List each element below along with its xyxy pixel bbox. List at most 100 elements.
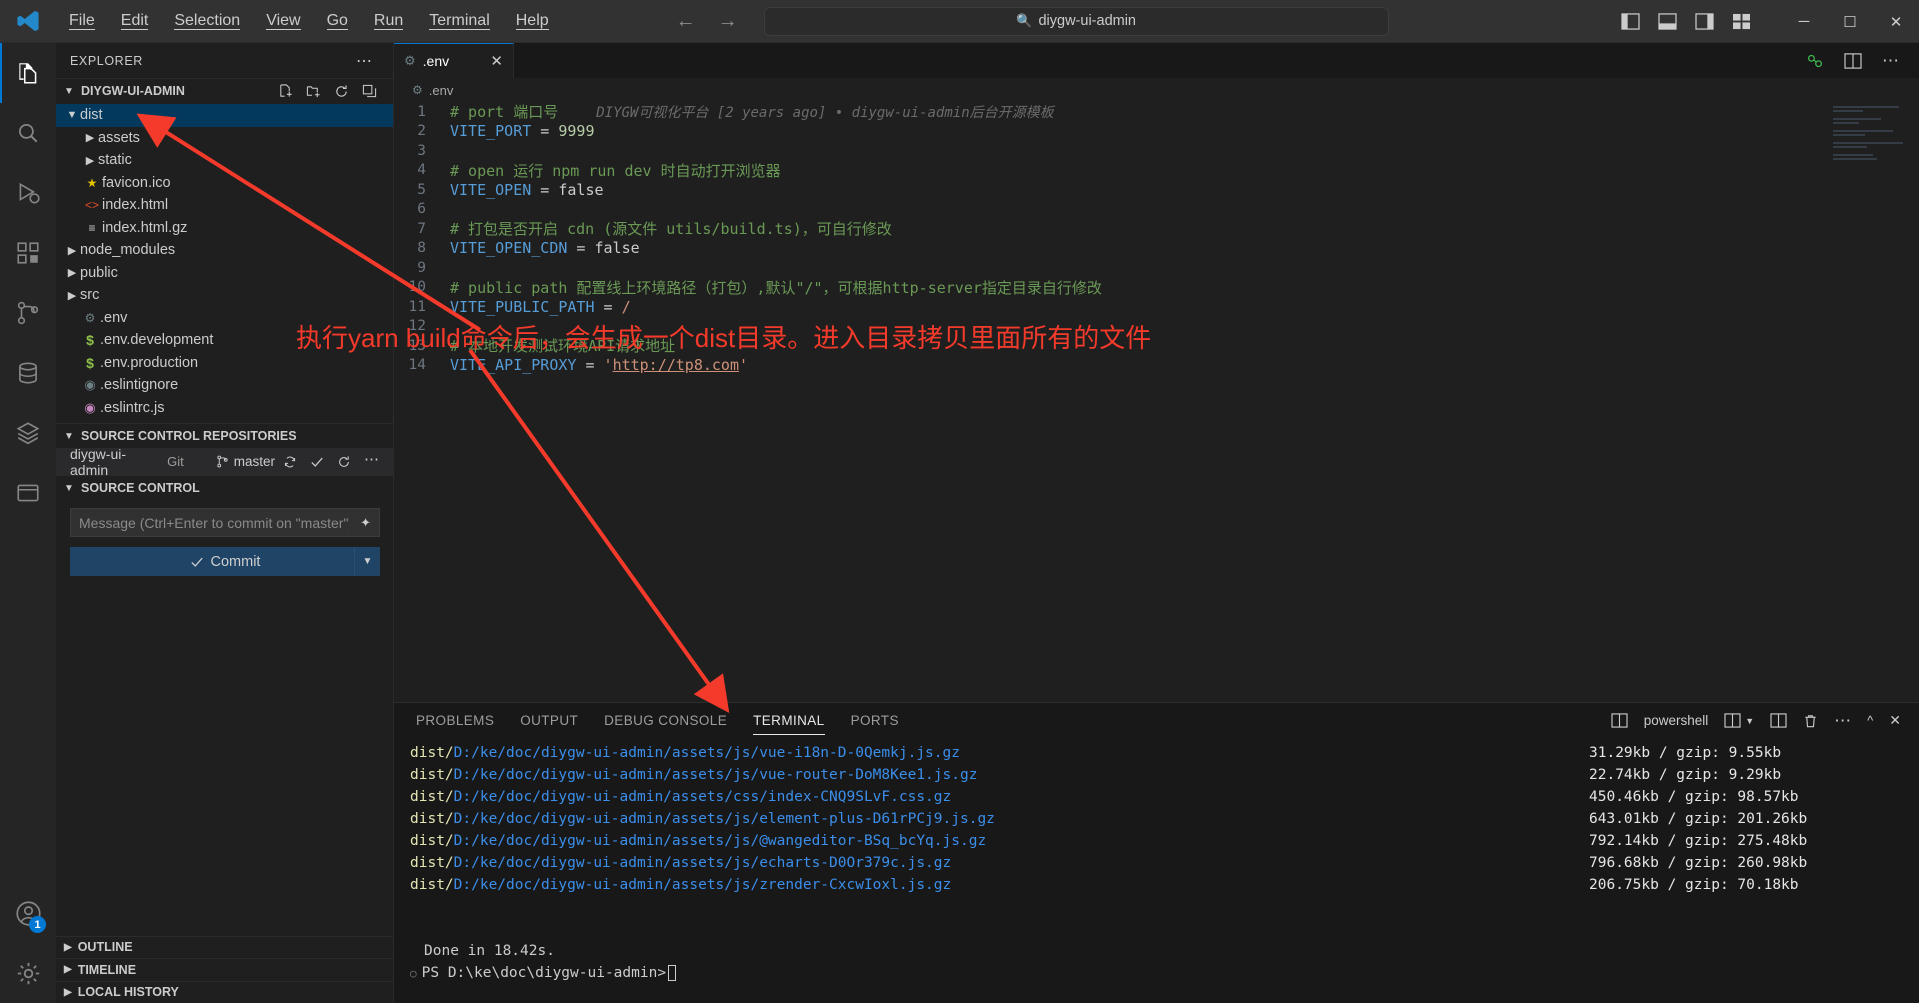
command-center-search[interactable]: 🔍 diygw-ui-admin <box>763 6 1389 36</box>
commit-button[interactable]: Commit ▼ <box>70 547 380 576</box>
tree-item-src[interactable]: ▶ src <box>56 284 393 307</box>
arrow-right-icon[interactable]: → <box>718 11 738 31</box>
sidebar-item-database[interactable] <box>0 343 56 403</box>
editor-tab-bar[interactable]: ⚙ .env ✕ ⋯ <box>394 43 1919 78</box>
section-timeline[interactable]: ▶ TIMELINE <box>56 958 393 981</box>
split-editor-icon[interactable] <box>1844 52 1862 69</box>
repository-actions[interactable]: ⋯ <box>283 452 393 469</box>
menu-run[interactable]: Run <box>361 8 416 34</box>
trash-icon[interactable] <box>1803 713 1818 729</box>
tab-output[interactable]: OUTPUT <box>520 703 578 738</box>
tree-item-assets[interactable]: ▶ assets <box>56 127 393 150</box>
sync-icon[interactable] <box>283 455 297 469</box>
file-tree[interactable]: ▼ dist ▶ assets ▶ static ★ favicon.ico <… <box>56 103 393 419</box>
close-button[interactable]: ✕ <box>1873 0 1919 43</box>
accounts-button[interactable]: 1 <box>0 883 56 943</box>
activity-bar[interactable]: 1 <box>0 43 56 1003</box>
tree-item-eslintignore[interactable]: ◉ .eslintignore <box>56 374 393 397</box>
menu-file[interactable]: File <box>56 8 108 34</box>
commit-dropdown-button[interactable]: ▼ <box>354 547 380 576</box>
refresh-icon[interactable] <box>337 455 351 469</box>
window-controls[interactable]: ─ ☐ ✕ <box>1621 0 1919 43</box>
tree-item-public[interactable]: ▶ public <box>56 262 393 285</box>
menu-go[interactable]: Go <box>314 8 361 34</box>
tab-ports[interactable]: PORTS <box>851 703 899 738</box>
section-outline[interactable]: ▶ OUTLINE <box>56 935 393 959</box>
menu-view[interactable]: View <box>253 8 313 34</box>
sidebar-item-remote-explorer[interactable] <box>0 463 56 523</box>
maximize-button[interactable]: ☐ <box>1827 0 1873 43</box>
collapse-all-icon[interactable] <box>362 84 377 99</box>
menu-selection[interactable]: Selection <box>161 8 253 34</box>
commit-message-input[interactable]: Message (Ctrl+Enter to commit on "master… <box>70 508 380 537</box>
chevron-up-icon[interactable]: ^ <box>1867 713 1873 728</box>
new-folder-icon[interactable] <box>306 84 321 99</box>
ellipsis-icon[interactable]: ⋯ <box>356 51 373 71</box>
tree-item-eslintrc-js[interactable]: ◉ .eslintrc.js <box>56 397 393 420</box>
minimize-button[interactable]: ─ <box>1781 0 1827 43</box>
section-local-history[interactable]: ▶ LOCAL HISTORY <box>56 980 393 1003</box>
tab-debug-console[interactable]: DEBUG CONSOLE <box>604 703 727 738</box>
sparkle-icon[interactable]: ✦ <box>360 515 371 531</box>
tab-env[interactable]: ⚙ .env ✕ <box>394 43 514 78</box>
arrow-left-icon[interactable]: ← <box>676 11 696 31</box>
chevron-down-icon: ▼ <box>362 556 373 567</box>
terminal-output[interactable]: dist/D:/ke/doc/diygw-ui-admin/assets/js/… <box>394 738 1919 1003</box>
explorer-root-header[interactable]: ▼ DIYGW-UI-ADMIN <box>56 78 393 103</box>
tree-item-favicon-ico[interactable]: ★ favicon.ico <box>56 172 393 195</box>
branch-indicator[interactable]: master <box>216 454 275 469</box>
sidebar-item-layers[interactable] <box>0 403 56 463</box>
tree-item-node-modules[interactable]: ▶ node_modules <box>56 239 393 262</box>
code-token-url[interactable]: http://tp8.com <box>613 356 739 374</box>
refresh-icon[interactable] <box>334 84 349 99</box>
chevron-down-icon[interactable]: ▼ <box>1745 716 1754 726</box>
tree-item-index-html[interactable]: <> index.html <box>56 194 393 217</box>
source-control-repositories-header[interactable]: ▼ SOURCE CONTROL REPOSITORIES <box>56 423 393 448</box>
ellipsis-icon[interactable]: ⋯ <box>364 452 379 469</box>
source-control-header[interactable]: ▼ SOURCE CONTROL <box>56 475 393 500</box>
layout-grid-icon[interactable] <box>1732 13 1751 30</box>
terminal-name[interactable]: powershell <box>1644 713 1709 728</box>
tree-item-dist[interactable]: ▼ dist <box>56 104 393 127</box>
close-icon[interactable]: ✕ <box>1889 712 1901 729</box>
sidebar-item-explorer[interactable] <box>0 43 56 103</box>
sidebar-item-source-control[interactable] <box>0 283 56 343</box>
check-icon[interactable] <box>310 455 324 469</box>
tab-problems[interactable]: PROBLEMS <box>416 703 494 738</box>
menu-bar[interactable]: File Edit Selection View Go Run Terminal… <box>56 8 562 34</box>
panel-left-icon[interactable] <box>1621 13 1640 30</box>
panel-toolbar[interactable]: powershell ▼ ⋯ ^ ✕ <box>1611 712 1919 729</box>
new-file-icon[interactable] <box>278 83 293 99</box>
terminal-prompt-line[interactable]: ○ PS D:\ke\doc\diygw-ui-admin> <box>410 962 1919 984</box>
ellipsis-icon[interactable]: ⋯ <box>1882 52 1899 69</box>
ellipsis-icon[interactable]: ⋯ <box>1834 712 1851 729</box>
manage-settings-button[interactable] <box>0 943 56 1003</box>
code-token-key: VITE_OPEN <box>450 180 532 199</box>
new-terminal-button[interactable]: ▼ <box>1724 713 1754 728</box>
tree-item-index-html-gz[interactable]: ≡ index.html.gz <box>56 217 393 240</box>
menu-help[interactable]: Help <box>503 8 562 34</box>
search-value: diygw-ui-admin <box>1038 13 1136 29</box>
line-number: 8 <box>417 240 426 257</box>
sidebar-item-run-and-debug[interactable] <box>0 163 56 223</box>
close-icon[interactable]: ✕ <box>490 52 503 70</box>
tab-terminal[interactable]: TERMINAL <box>753 703 826 738</box>
panel-right-icon[interactable] <box>1695 13 1714 30</box>
sidebar-item-extensions[interactable] <box>0 223 56 283</box>
menu-edit[interactable]: Edit <box>108 8 162 34</box>
minimap[interactable] <box>1833 106 1905 168</box>
tree-item-static[interactable]: ▶ static <box>56 149 393 172</box>
chevron-right-icon: ▶ <box>67 267 77 280</box>
menu-terminal[interactable]: Terminal <box>416 8 502 34</box>
layout-toggle-group[interactable] <box>1621 13 1751 30</box>
split-terminal-icon[interactable] <box>1770 713 1787 728</box>
repository-row[interactable]: diygw-ui-admin Git master ⋯ <box>56 446 393 478</box>
breadcrumb[interactable]: ⚙ .env <box>394 78 1919 102</box>
panel-tab-bar[interactable]: PROBLEMS OUTPUT DEBUG CONSOLE TERMINAL P… <box>394 703 1919 738</box>
editor-actions[interactable]: ⋯ <box>1806 43 1919 78</box>
terminal-prefix: dist/ <box>410 877 454 893</box>
panel-bottom-icon[interactable] <box>1658 13 1677 30</box>
navigation-buttons[interactable]: ← → <box>676 11 738 31</box>
sidebar-item-search[interactable] <box>0 103 56 163</box>
live-share-icon[interactable] <box>1806 53 1824 69</box>
